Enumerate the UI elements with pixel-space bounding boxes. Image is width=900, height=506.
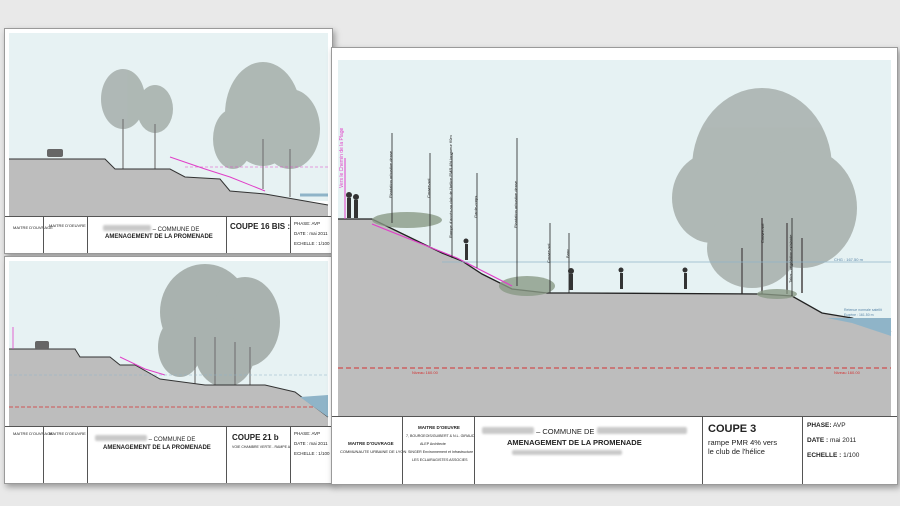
project-subtitle: [512, 450, 622, 457]
project-title: AMENAGEMENT DE LA PROMENADE: [507, 438, 642, 447]
coupe-title: COUPE 16 BIS :: [230, 222, 291, 231]
maitre-oeuvre-label: MAITRE D'OEUVRE: [418, 425, 460, 430]
commune-label: – COMMUNE DE: [482, 427, 687, 436]
coupe-title: COUPE 3: [708, 423, 757, 435]
maitre-ouvrage-label: MAITRE D'OUVRAGE: [13, 431, 53, 436]
water-level-label-3: Eugène : 161.50 m: [844, 313, 874, 317]
scale-label: ECHELLE : 1/100: [294, 451, 330, 456]
coupe-title: COUPE 21 b: [232, 433, 279, 442]
scale-label: ECHELLE : 1/100: [807, 452, 860, 459]
annotation-banc: Banc: [565, 248, 570, 258]
phase-label: PHASE: AVP: [294, 221, 321, 226]
drawing-sheet-coupe-21b[interactable]: MAITRE D'OUVRAGE MAITRE D'OEUVRE – COMMU…: [4, 256, 333, 484]
maitre-ouvrage-label: MAITRE D'OUVRAGE: [13, 225, 53, 230]
phase-label: PHASE: AVP: [294, 431, 321, 436]
maitre-oeuvre-label: MAITRE D'OEUVRE: [49, 223, 86, 228]
annotation-rampe: Rampe d'accès au club de l'hélice PMR 4%…: [448, 135, 453, 238]
drawing-sheet-coupe-3[interactable]: Vers le Chemin de la Plage Plantation ar…: [331, 47, 898, 485]
redacted-name: [103, 225, 151, 231]
moe-line-3: SINGER Environnement et Infrastructure: [408, 450, 474, 454]
annotation-talus: Talus - végétation existante: [788, 234, 793, 283]
annotation-couvre-sol-1: Couvre-sol: [426, 178, 431, 198]
commune-label: – COMMUNE DE: [103, 225, 199, 233]
maitre-oeuvre-label: MAITRE D'OEUVRE: [49, 431, 86, 436]
moe-line-1: 7, BOURGEOIS/GUIBERT & N.L. GIRAUD: [406, 434, 475, 438]
datum-label-left: Niveau 160.00: [412, 370, 438, 375]
annotation-plantation-1: Plantation arbustive dense: [388, 150, 393, 198]
project-title: AMENAGEMENT DE LA PROMENADE: [103, 445, 211, 451]
coupe-subtitle-2: le club de l'hélice: [708, 447, 765, 456]
maitre-ouvrage-label: MAITRE D'OUVRAGE: [348, 441, 394, 446]
annotation-garde-corps: Garde-corps: [473, 195, 478, 218]
commune-label: – COMMUNE DE: [95, 435, 195, 443]
coupe-subtitle-1: rampe PMR 4% vers: [708, 438, 778, 447]
title-block: MAITRE D'OUVRAGE COMMUNAUTE URBAINE DE L…: [332, 416, 897, 484]
water-level-label-2: Retenue normale satellit: [844, 308, 882, 312]
redacted-name: [95, 435, 147, 441]
date-label: DATE : mai 2011: [807, 437, 857, 444]
scale-label: ECHELLE : 1/100: [294, 241, 330, 246]
date-label: DATE : mai 2011: [294, 231, 328, 236]
date-label: DATE : mai 2011: [294, 441, 328, 446]
moe-line-2: ALEP Architecte: [420, 442, 446, 446]
title-block: MAITRE D'OUVRAGE MAITRE D'OEUVRE – COMMU…: [5, 426, 332, 483]
communaute-label: COMMUNAUTE URBAINE DE LYON: [340, 449, 407, 454]
project-title: AMENAGEMENT DE LA PROMENADE: [105, 234, 213, 240]
annotation-plantation-2: Plantation arbustive dense: [513, 180, 518, 228]
redacted-name: [596, 427, 687, 434]
title-block: MAITRE D'OUVRAGE MAITRE D'OEUVRE – COMMU…: [5, 216, 332, 253]
annotation-chemin-plage: Vers le Chemin de la Plage: [339, 127, 345, 188]
water-level-label: CHG : 167.50 m: [834, 257, 863, 262]
annotation-couvre-sol-3: Couvre-sol: [760, 223, 765, 243]
moe-line-4: LES ECLAIRAGISTES ASSOCIES: [412, 458, 468, 462]
redacted-name: [512, 450, 622, 455]
coupe-subtitle: VOIE CHAMBRE VERTE - RAMPE A: [232, 445, 291, 449]
drawing-sheet-coupe-16-bis[interactable]: MAITRE D'OUVRAGE MAITRE D'OEUVRE – COMMU…: [4, 28, 333, 254]
annotation-couvre-sol-2: Couvre-sol: [546, 243, 551, 263]
phase-label: PHASE: AVP: [807, 422, 846, 429]
datum-label-right: Niveau 160.00: [834, 370, 860, 375]
redacted-name: [482, 427, 534, 434]
